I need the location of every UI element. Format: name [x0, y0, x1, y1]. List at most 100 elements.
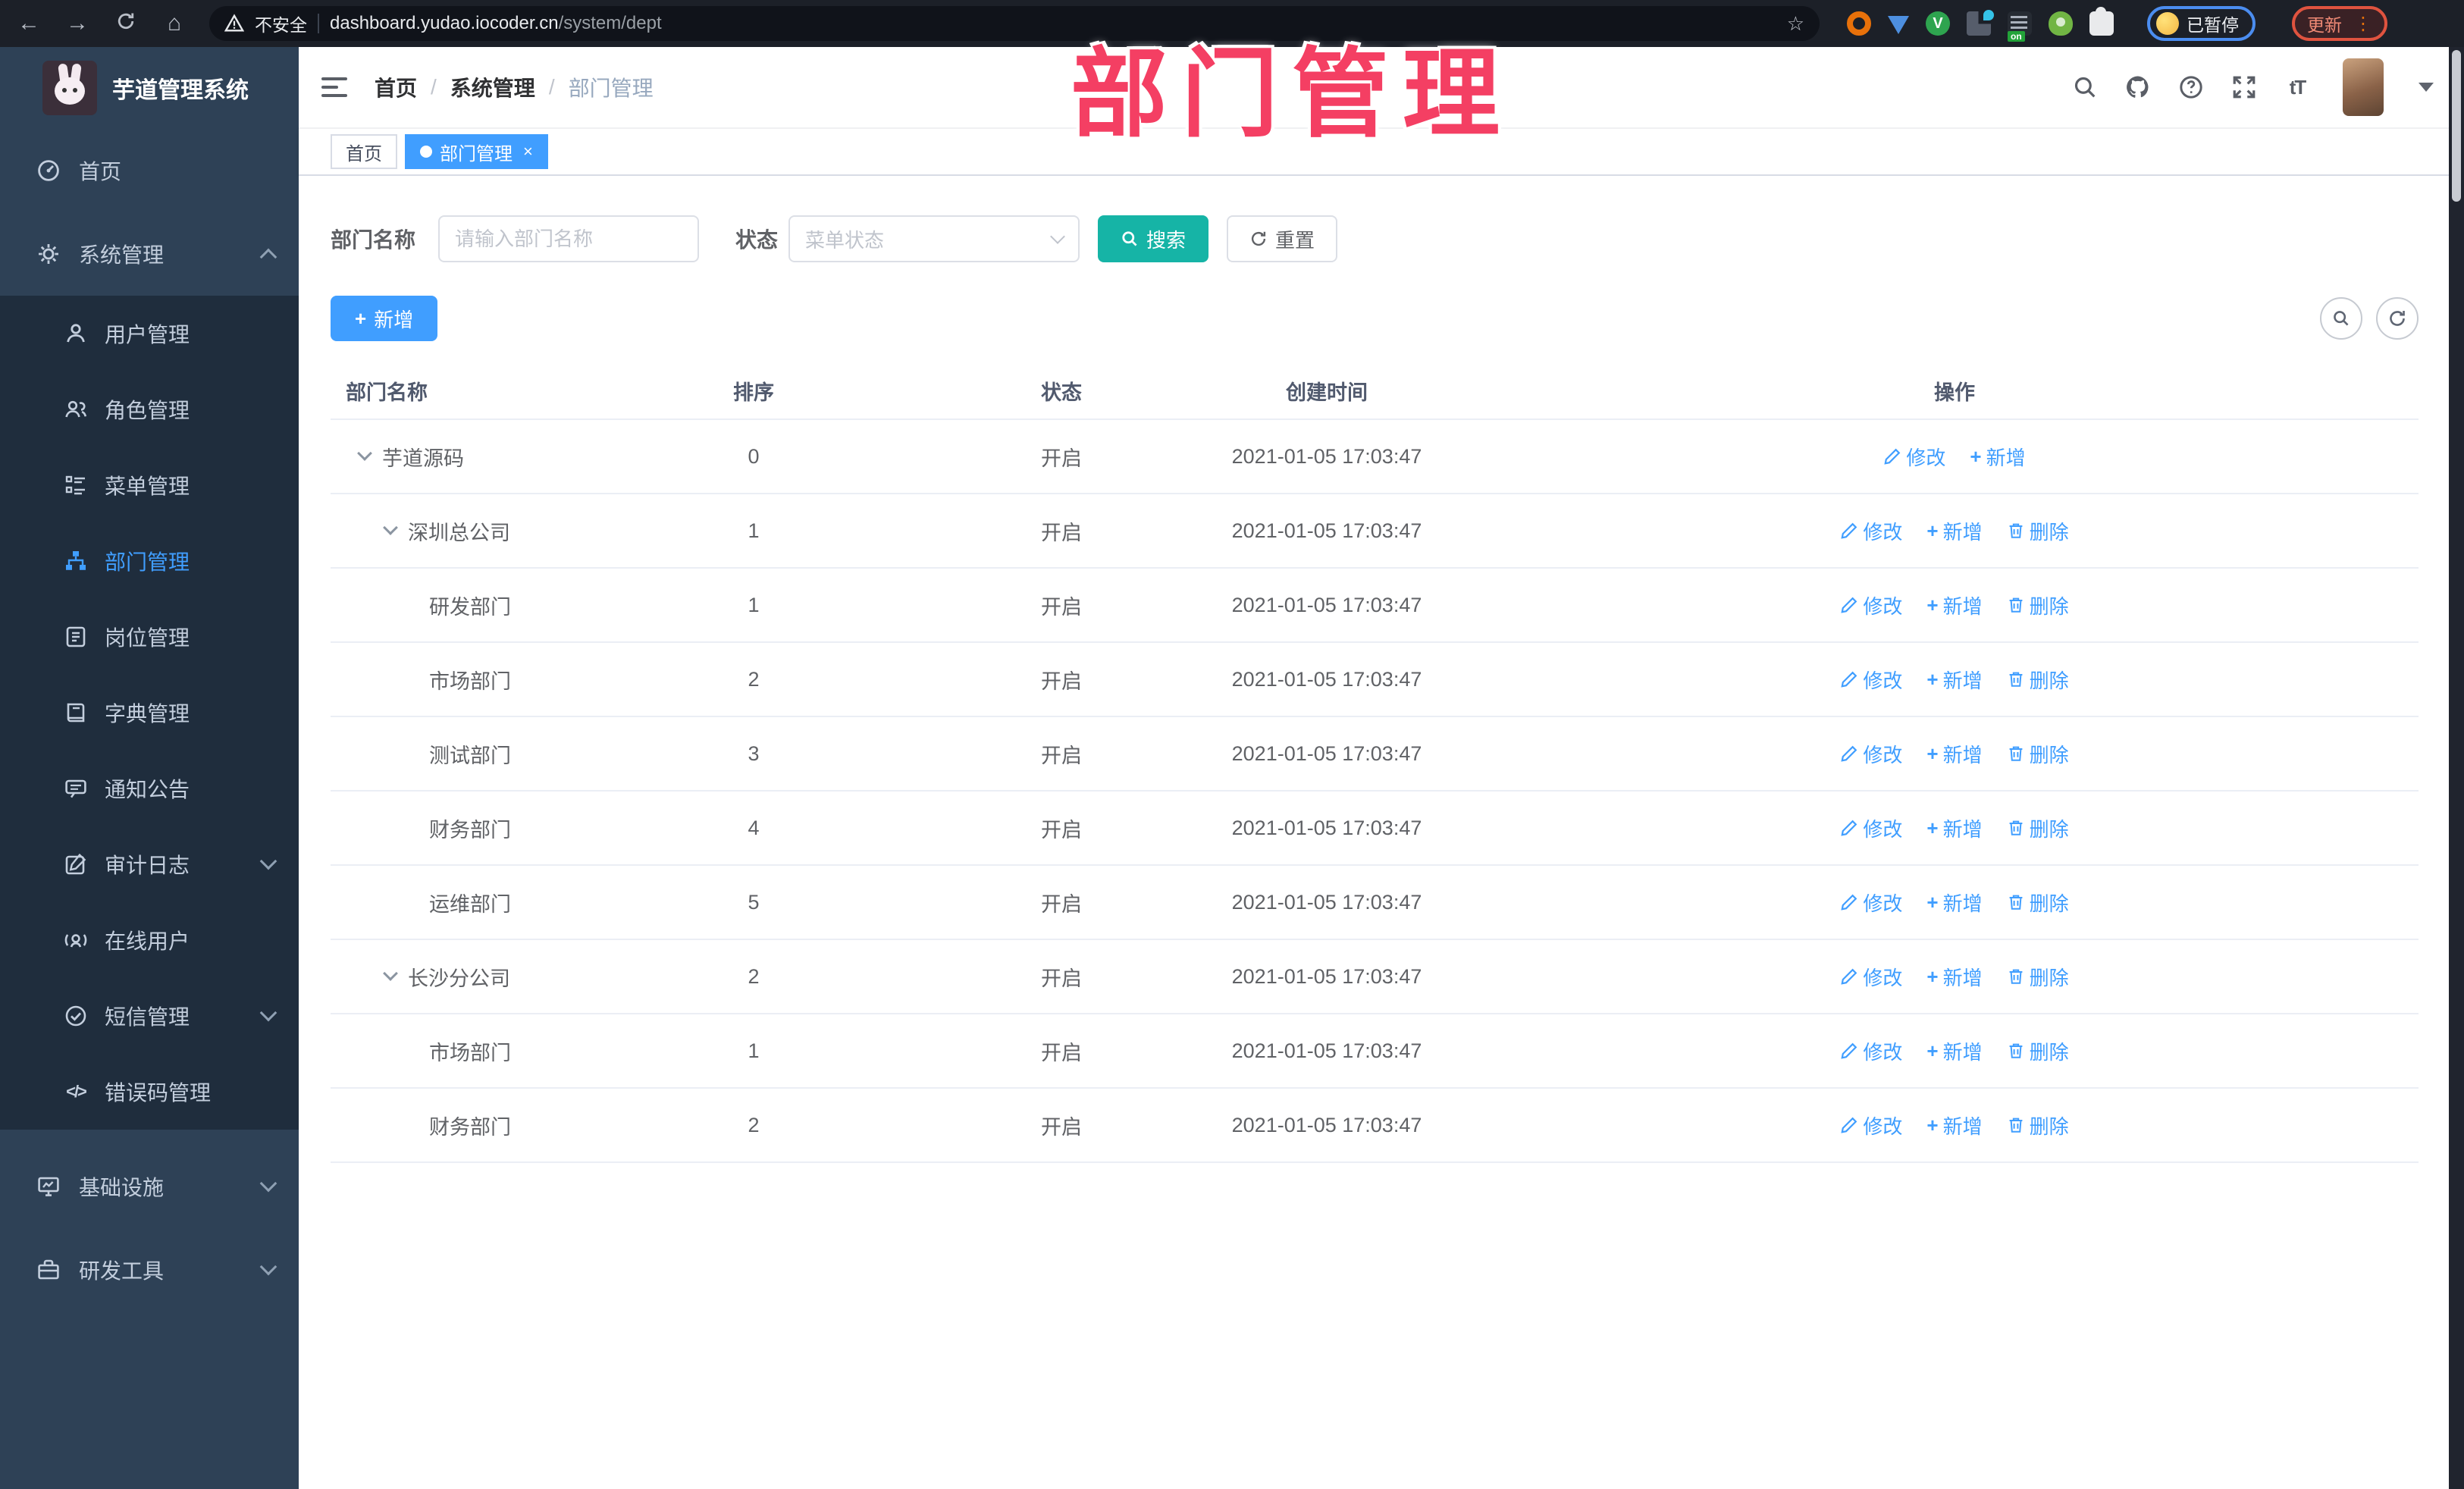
back-icon[interactable]: ← — [15, 12, 42, 35]
sidebar-item-audit-logs[interactable]: 审计日志 — [0, 826, 299, 902]
search-button[interactable]: 搜索 — [1098, 215, 1209, 262]
address-bar[interactable]: 不安全 dashboard.yudao.iocoder.cn/system/de… — [209, 6, 1820, 41]
add-link[interactable]: + 新增 — [1926, 1037, 1982, 1065]
extension-vue-icon[interactable]: V — [1926, 11, 1950, 36]
security-label[interactable]: 不安全 — [255, 11, 307, 36]
extension-switch-icon[interactable]: on — [2008, 11, 2032, 42]
github-icon[interactable] — [2124, 74, 2152, 101]
sidebar-item-notices[interactable]: 通知公告 — [0, 751, 299, 826]
add-link[interactable]: + 新增 — [1926, 591, 1982, 619]
sidebar-item-system[interactable]: 系统管理 — [0, 212, 299, 296]
add-link[interactable]: + 新增 — [1970, 443, 2025, 471]
search-icon[interactable] — [2071, 74, 2099, 101]
sidebar-item-label: 基础设施 — [79, 1176, 165, 1199]
add-link[interactable]: + 新增 — [1926, 666, 1982, 694]
delete-link[interactable]: 删除 — [2007, 1037, 2069, 1065]
delete-link[interactable]: 删除 — [2007, 889, 2069, 917]
refresh-button[interactable] — [2376, 297, 2419, 340]
sidebar-item-home[interactable]: 首页 — [0, 129, 299, 212]
font-size-icon[interactable]: tT — [2284, 74, 2311, 101]
scrollbar-thumb[interactable] — [2452, 50, 2461, 202]
expand-arrow-icon[interactable] — [383, 520, 398, 535]
breadcrumb-home[interactable]: 首页 — [375, 72, 417, 102]
table-row: 财务部门 2 开启 2021-01-05 17:03:47 修改 + 新增 删除 — [331, 1089, 2419, 1163]
breadcrumb-system[interactable]: 系统管理 — [450, 72, 535, 102]
delete-link[interactable]: 删除 — [2007, 591, 2069, 619]
hamburger-icon[interactable] — [321, 77, 347, 97]
close-icon[interactable]: × — [523, 142, 533, 161]
extension-orange-icon[interactable] — [1847, 11, 1871, 36]
col-header-time: 创建时间 — [1286, 381, 1368, 404]
sidebar-item-infra[interactable]: 基础设施 — [0, 1145, 299, 1228]
edit-link[interactable]: 修改 — [1883, 443, 1945, 471]
dept-status: 开启 — [1041, 1041, 1082, 1064]
reset-button[interactable]: 重置 — [1227, 215, 1338, 262]
sidebar-logo-row[interactable]: 芋道管理系统 — [0, 47, 299, 129]
extension-key-icon[interactable] — [2049, 11, 2073, 36]
edit-link[interactable]: 修改 — [1840, 1111, 1902, 1139]
expand-arrow-icon[interactable] — [357, 446, 372, 461]
add-link[interactable]: + 新增 — [1926, 517, 1982, 545]
edit-link[interactable]: 修改 — [1840, 1037, 1902, 1065]
dept-name-input[interactable] — [438, 215, 700, 262]
delete-link[interactable]: 删除 — [2007, 740, 2069, 768]
add-link[interactable]: + 新增 — [1926, 1111, 1982, 1139]
sidebar-item-depts[interactable]: 部门管理 — [0, 523, 299, 599]
sidebar-item-dicts[interactable]: 字典管理 — [0, 675, 299, 751]
bookmark-star-icon[interactable]: ☆ — [1787, 12, 1804, 36]
sidebar-item-label: 通知公告 — [105, 778, 190, 801]
omnibox-divider — [318, 14, 319, 33]
home-icon[interactable]: ⌂ — [161, 12, 188, 35]
help-icon[interactable] — [2177, 74, 2205, 101]
browser-update-button[interactable]: 更新 ⋮ — [2292, 6, 2387, 41]
edit-link[interactable]: 修改 — [1840, 591, 1902, 619]
chevron-up-icon — [259, 248, 277, 266]
plus-icon: + — [1970, 444, 1982, 468]
add-link[interactable]: + 新增 — [1926, 814, 1982, 842]
sidebar-item-online-users[interactable]: 在线用户 — [0, 902, 299, 978]
table-row: 深圳总公司 1 开启 2021-01-05 17:03:47 修改 + 新增 删除 — [331, 494, 2419, 569]
sidebar-item-sms[interactable]: 短信管理 — [0, 978, 299, 1054]
extension-grid-icon[interactable] — [1967, 10, 1994, 36]
edit-link[interactable]: 修改 — [1840, 963, 1902, 991]
expand-arrow-icon[interactable] — [383, 966, 398, 981]
sidebar-item-label: 角色管理 — [105, 399, 190, 422]
browser-profile-chip[interactable]: 已暂停 — [2147, 6, 2256, 41]
user-avatar[interactable] — [2343, 58, 2384, 116]
sidebar-item-dev-tools[interactable]: 研发工具 — [0, 1228, 299, 1312]
sidebar-item-roles[interactable]: 角色管理 — [0, 371, 299, 447]
delete-link[interactable]: 删除 — [2007, 517, 2069, 545]
avatar-caret-icon[interactable] — [2419, 83, 2434, 92]
sidebar-item-posts[interactable]: 岗位管理 — [0, 599, 299, 675]
add-button[interactable]: + 新增 — [331, 296, 438, 341]
page-scrollbar[interactable] — [2449, 47, 2464, 1489]
sidebar-item-users[interactable]: 用户管理 — [0, 296, 299, 371]
edit-link[interactable]: 修改 — [1840, 666, 1902, 694]
reload-icon[interactable] — [112, 11, 140, 36]
add-link[interactable]: + 新增 — [1926, 740, 1982, 768]
add-link[interactable]: + 新增 — [1926, 963, 1982, 991]
forward-icon[interactable]: → — [64, 12, 91, 35]
edit-link[interactable]: 修改 — [1840, 740, 1902, 768]
delete-link[interactable]: 删除 — [2007, 814, 2069, 842]
tab-dept[interactable]: 部门管理 × — [405, 134, 548, 169]
sidebar-item-menus[interactable]: 菜单管理 — [0, 447, 299, 523]
status-select[interactable]: 菜单状态 — [788, 215, 1080, 262]
edit-link[interactable]: 修改 — [1840, 814, 1902, 842]
delete-link[interactable]: 删除 — [2007, 963, 2069, 991]
tab-home[interactable]: 首页 — [331, 134, 397, 169]
delete-link[interactable]: 删除 — [2007, 1111, 2069, 1139]
delete-link[interactable]: 删除 — [2007, 666, 2069, 694]
toggle-search-button[interactable] — [2320, 297, 2362, 340]
browser-menu-dots-icon[interactable]: ⋮ — [2354, 13, 2372, 35]
fullscreen-icon[interactable] — [2230, 74, 2258, 101]
url-text[interactable]: dashboard.yudao.iocoder.cn/system/dept — [330, 13, 662, 34]
extensions-puzzle-icon[interactable] — [2089, 7, 2114, 36]
table-row: 芋道源码 0 开启 2021-01-05 17:03:47 修改 + 新增 — [331, 420, 2419, 494]
edit-link[interactable]: 修改 — [1840, 517, 1902, 545]
add-link[interactable]: + 新增 — [1926, 889, 1982, 917]
dept-name: 测试部门 — [429, 744, 511, 767]
extension-blue-gem-icon[interactable] — [1888, 16, 1909, 34]
sidebar-item-error-codes[interactable]: </> 错误码管理 — [0, 1054, 299, 1130]
edit-link[interactable]: 修改 — [1840, 889, 1902, 917]
